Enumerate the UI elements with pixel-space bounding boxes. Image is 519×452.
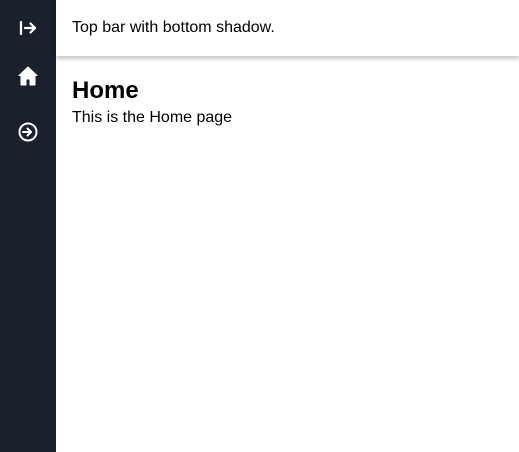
page-title: Home xyxy=(72,77,139,104)
top-bar-text: Top bar with bottom shadow. xyxy=(72,19,275,36)
page-content: Home This is the Home page xyxy=(56,56,519,130)
sign-in-icon xyxy=(18,122,38,142)
arrow-right-to-bar-icon xyxy=(19,20,37,36)
sidebar xyxy=(0,0,56,452)
top-bar: Top bar with bottom shadow. xyxy=(56,0,519,56)
sidebar-item-home[interactable] xyxy=(0,56,56,96)
home-icon xyxy=(18,66,38,86)
sidebar-item-login[interactable] xyxy=(0,112,56,152)
main-area: Top bar with bottom shadow. Home This is… xyxy=(56,0,519,452)
page-description: This is the Home page xyxy=(72,109,233,126)
app: Top bar with bottom shadow. Home This is… xyxy=(0,0,519,452)
sidebar-expand-button[interactable] xyxy=(0,8,56,48)
